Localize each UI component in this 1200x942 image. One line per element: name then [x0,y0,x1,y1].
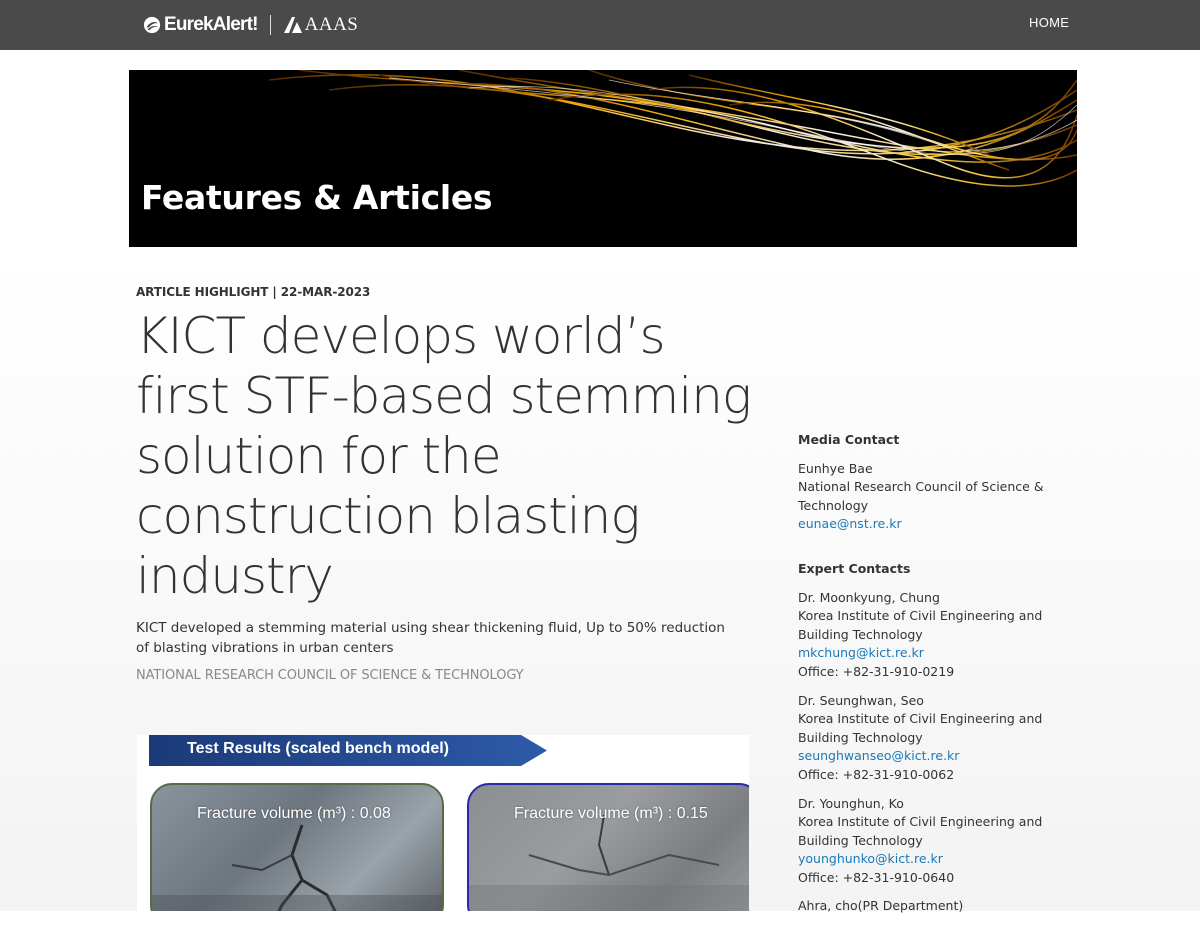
expert-contact: Dr. Younghun, Ko Korea Institute of Civi… [798,795,1058,888]
banner-title: Features & Articles [141,178,493,217]
features-banner: Features & Articles [129,70,1077,247]
media-contact-heading: Media Contact [798,432,900,447]
article-headline: KICT develops world’s first STF-based st… [136,307,752,605]
contacts-sidebar: Media Contact Eunhye Bae National Resear… [798,431,1058,942]
contact-phone: Office: +82-31-910-0640 [798,869,955,885]
expert-contact: Dr. Moonkyung, Chung Korea Institute of … [798,589,1058,682]
rock-fracture-image [469,814,749,911]
media-contact-section: Media Contact Eunhye Bae National Resear… [798,431,1058,534]
article-meta: ARTICLE HIGHLIGHT | 22-MAR-2023 [136,285,371,299]
rock-fracture-image [152,824,442,911]
contact-name: Dr. Moonkyung, Chung [798,589,940,605]
contact-email-link[interactable]: eunae@nst.re.kr [798,515,1058,534]
figure-panel-left: Fracture volume (m³) : 0.08 [150,783,444,911]
contact-org: Korea Institute of Civil Engineering and… [798,814,1043,848]
article-source[interactable]: NATIONAL RESEARCH COUNCIL OF SCIENCE & T… [136,668,524,683]
expert-contacts-heading: Expert Contacts [798,560,911,576]
expert-contacts-section: Expert Contacts Dr. Moonkyung, Chung Kor… [798,560,1058,916]
aaas-text: AAAS [304,14,359,35]
contact-org: Korea Institute of Civil Engineering and… [798,711,1043,745]
logo-divider [269,15,271,35]
fracture-volume-label: Fracture volume (m³) : 0.15 [514,805,708,822]
contact-name: Dr. Younghun, Ko [798,795,904,811]
contact-name: Eunhye Bae [798,460,873,476]
figure-panel-right: Fracture volume (m³) : 0.15 [467,783,749,911]
contact-email-link[interactable]: seunghwanseo@kict.re.kr [798,747,1058,766]
contact-phone: Office: +82-31-910-0219 [798,663,955,679]
contact-org: Korea Institute of Civil Engineering and… [798,608,1043,642]
article-subtitle: KICT developed a stemming material using… [136,620,725,656]
contact-email-link[interactable]: younghunko@kict.re.kr [798,850,1058,869]
contact-org: National Research Council of Science & T… [798,479,1044,513]
nav-home-link[interactable]: HOME [1029,15,1069,30]
aaas-logo-icon [283,17,302,33]
top-nav-bar: EurekAlert! AAAS HOME [0,0,1200,50]
eurekalert-logo[interactable]: EurekAlert! AAAS [143,12,358,38]
expert-contact: Dr. Seunghwan, Seo Korea Institute of Ci… [798,692,1058,785]
article-figure[interactable]: Test Results (scaled bench model) Fractu… [137,735,749,911]
fracture-volume-label: Fracture volume (m³) : 0.08 [197,805,391,822]
logo-text: EurekAlert! [164,14,258,35]
figure-title: Test Results (scaled bench model) [187,740,449,757]
eurekalert-logo-icon [143,16,161,34]
contact-phone: Office: +82-31-910-0062 [798,766,955,782]
contact-name: Dr. Seunghwan, Seo [798,692,924,708]
contact-name-partial: Ahra, cho(PR Department) [798,898,964,914]
contact-email-link[interactable]: mkchung@kict.re.kr [798,644,1058,663]
light-streaks-graphic [268,70,1077,187]
